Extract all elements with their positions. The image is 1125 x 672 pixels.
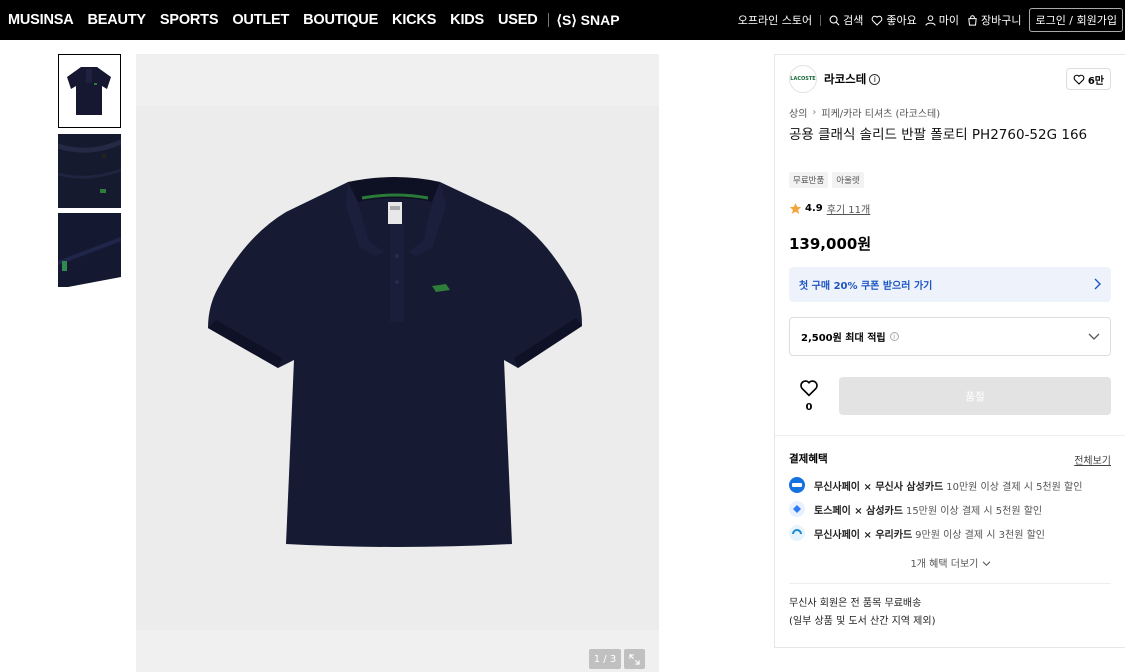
polo-shirt-thumbnail-image: [59, 55, 119, 126]
heart-icon: [872, 15, 883, 26]
sold-out-button[interactable]: 품절: [839, 377, 1111, 415]
nav-boutique[interactable]: BOUTIQUE: [303, 12, 378, 28]
nav-used[interactable]: USED: [498, 12, 538, 28]
brand-like-count: 6만: [1087, 75, 1104, 87]
chevron-down-icon: [1088, 333, 1100, 340]
tag-outlet: 아울렛: [832, 172, 864, 188]
cart-label: 장바구니: [980, 14, 1022, 27]
points-text: 2,500원 최대 적립: [801, 333, 886, 344]
search-icon: [829, 15, 840, 25]
top-navigation: MUSINSA BEAUTY SPORTS OUTLET BOUTIQUE KI…: [0, 0, 1125, 40]
info-icon[interactable]: i: [869, 73, 881, 85]
expand-button[interactable]: [624, 649, 645, 669]
payment-benefit-row: 무신사페이 × 무신사 삼성카드 10만원 이상 결제 시 5천원 할인: [789, 477, 1082, 493]
benefit-detail: 10만원 이상 결제 시 5천원 할인: [946, 481, 1083, 493]
my-label: 마이: [938, 14, 959, 27]
nav-divider: [820, 14, 822, 26]
shipping-line-2: (일부 상품 및 도서 산간 지역 제외): [789, 616, 936, 627]
coupon-banner[interactable]: 첫 구매 20% 쿠폰 받으러 가기: [789, 267, 1111, 302]
product-price: 139,000원: [789, 235, 872, 253]
product-image-backdrop: [136, 106, 659, 630]
benefit-name: 무신사페이 × 우리카드: [814, 529, 913, 541]
nav-outlet[interactable]: OUTLET: [232, 12, 289, 28]
brand-like-button[interactable]: 6만: [1065, 68, 1111, 90]
expand-icon: [629, 653, 640, 665]
info-icon[interactable]: i: [889, 332, 899, 341]
nav-snap[interactable]: ⟨S⟩ SNAP: [557, 12, 620, 29]
cart-icon: [968, 14, 977, 26]
heart-icon: [1073, 74, 1085, 85]
wish-button[interactable]: 0: [797, 379, 821, 413]
brand-logo: LACOSTE: [789, 65, 817, 93]
section-divider: [789, 583, 1111, 584]
login-button[interactable]: 로그인 / 회원가입: [1029, 8, 1123, 32]
rating-row: 4.9 후기 11개: [789, 201, 870, 216]
breadcrumb-item-category[interactable]: 상의: [789, 105, 807, 120]
likes-link[interactable]: 좋아요: [871, 12, 917, 28]
search-link[interactable]: 검색: [829, 12, 863, 28]
benefit-name: 무신사페이 × 무신사 삼성카드: [814, 481, 944, 493]
more-benefits-label: 1개 혜택 더보기: [910, 559, 979, 570]
section-divider: [775, 435, 1125, 436]
nav-sports[interactable]: SPORTS: [160, 12, 219, 28]
product-info-panel: LACOSTE 라코스테 i 6만 상의 › 피케/카라 티셔츠 (라코스테) …: [774, 54, 1125, 648]
tag-free-return: 무료반품: [789, 172, 829, 188]
nav-musinsa[interactable]: MUSINSA: [8, 12, 74, 28]
brand-row[interactable]: LACOSTE 라코스테 i: [789, 65, 881, 93]
reviews-link[interactable]: 후기 11개: [827, 201, 871, 216]
shipping-info: 무신사 회원은 전 품목 무료배송 (일부 상품 및 도서 산간 지역 제외): [789, 595, 935, 631]
chevron-right-icon: ›: [812, 107, 817, 118]
nav-kicks[interactable]: KICKS: [392, 12, 436, 28]
rating-score: 4.9: [805, 203, 823, 214]
more-benefits-button[interactable]: 1개 혜택 더보기: [775, 555, 1125, 570]
thumbnail-3[interactable]: [58, 213, 121, 287]
product-tags: 무료반품 아울렛: [789, 172, 868, 188]
payment-benefit-row: 토스페이 × 삼성카드 15만원 이상 결제 시 5천원 할인: [789, 501, 1042, 517]
nav-divider: [547, 13, 549, 27]
benefit-detail: 15만원 이상 결제 시 5천원 할인: [905, 505, 1043, 517]
payment-benefit-row: 무신사페이 × 우리카드 9만원 이상 결제 시 3천원 할인: [789, 525, 1045, 541]
toss-icon: [789, 501, 805, 517]
polo-shirt-image: [208, 177, 582, 547]
breadcrumb: 상의 › 피케/카라 티셔츠 (라코스테): [789, 105, 940, 120]
heart-icon: [800, 380, 818, 397]
musinsa-card-icon: [789, 477, 805, 493]
thumbnail-1[interactable]: [58, 54, 121, 128]
coupon-text: 첫 구매 20% 쿠폰 받으러 가기: [799, 281, 933, 292]
brand-name[interactable]: 라코스테: [824, 71, 866, 87]
chevron-down-icon: [982, 561, 990, 566]
thumbnail-2[interactable]: [58, 134, 121, 208]
product-title: 공용 클래식 솔리드 반팔 폴로티 PH2760-52G 166: [789, 127, 1088, 143]
woori-card-icon: [789, 525, 805, 541]
product-main-image[interactable]: [136, 54, 659, 672]
benefit-detail: 9만원 이상 결제 시 3천원 할인: [915, 529, 1045, 541]
image-counter: 1 / 3: [589, 649, 621, 669]
points-dropdown[interactable]: 2,500원 최대 적립 i: [789, 317, 1111, 356]
view-all-link[interactable]: 전체보기: [1074, 452, 1111, 467]
offline-store-link[interactable]: 오프라인 스토어: [738, 12, 812, 28]
utility-nav: 오프라인 스토어 검색 좋아요 마이 장바구니 로그인 / 회원가입: [738, 0, 1125, 40]
my-link[interactable]: 마이: [925, 12, 959, 28]
user-icon: [925, 14, 936, 26]
cart-link[interactable]: 장바구니: [967, 12, 1021, 28]
chevron-right-icon: [1094, 278, 1101, 290]
benefit-name: 토스페이 × 삼성카드: [814, 505, 903, 517]
nav-beauty[interactable]: BEAUTY: [87, 12, 146, 28]
search-label: 검색: [843, 14, 864, 27]
likes-label: 좋아요: [886, 14, 917, 27]
payment-benefits-title: 결제혜택: [789, 453, 828, 465]
wish-count: 0: [805, 402, 813, 413]
shipping-line-1: 무신사 회원은 전 품목 무료배송: [789, 598, 922, 609]
nav-kids[interactable]: KIDS: [450, 12, 484, 28]
fabric-detail-thumbnail-image: [58, 134, 121, 208]
breadcrumb-item-subcategory[interactable]: 피케/카라 티셔츠 (라코스테): [821, 105, 940, 120]
brand-nav: MUSINSA BEAUTY SPORTS OUTLET BOUTIQUE KI…: [0, 12, 620, 29]
star-icon: [789, 203, 802, 214]
hem-detail-thumbnail-image: [58, 213, 121, 287]
